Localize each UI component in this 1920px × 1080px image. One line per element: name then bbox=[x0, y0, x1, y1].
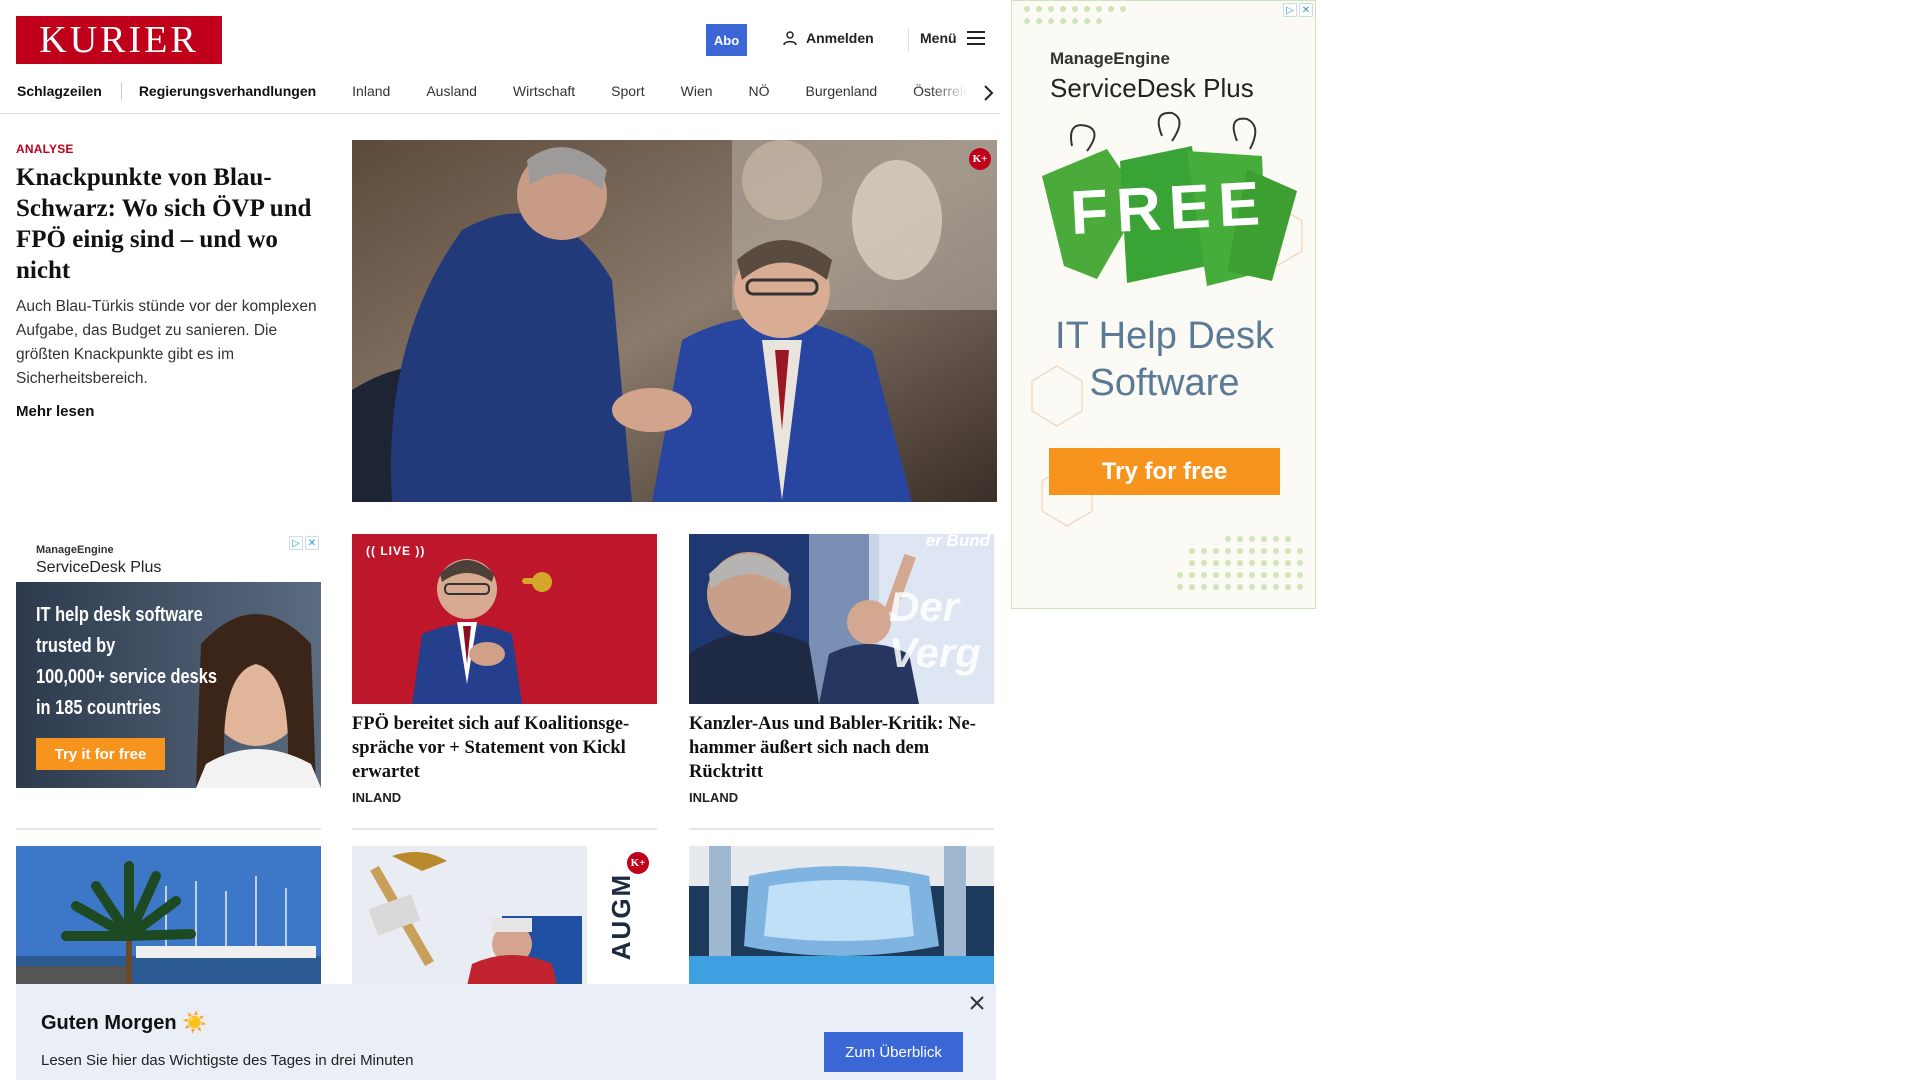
article-title[interactable]: FPÖ bereitet sich auf Koalitionsge­spräc… bbox=[352, 712, 657, 784]
banner-subtitle: Lesen Sie hier das Wichtigste des Tages … bbox=[41, 1052, 414, 1069]
banner-title: Guten Morgen ☀️ bbox=[41, 1012, 208, 1034]
hero-photo bbox=[352, 140, 997, 502]
ad-choices[interactable]: ▷ ✕ bbox=[1283, 3, 1313, 17]
header-divider bbox=[908, 28, 909, 52]
ad-free-tag: FREE bbox=[1068, 168, 1270, 249]
ad-headline-line: in 185 countries bbox=[36, 697, 161, 719]
ad-product: ServiceDesk Plus bbox=[1050, 73, 1254, 103]
ad-headline-line: 100,000+ service desks bbox=[36, 666, 218, 688]
article-thumbnail[interactable]: (( LIVE )) bbox=[352, 534, 657, 704]
nav-item-ausland[interactable]: Ausland bbox=[426, 83, 477, 99]
sign-text: AUGM bbox=[606, 872, 637, 960]
ad-cta-button[interactable]: Try for free bbox=[1049, 448, 1280, 495]
ad-brand: ManageEngine bbox=[1050, 49, 1170, 68]
fountain-photo bbox=[689, 846, 994, 986]
kurier-homepage: KURIER Abo Anmelden Menü Schlagzeilen Re… bbox=[0, 0, 1920, 1080]
article-thumbnail-ski[interactable]: AUGM K+ bbox=[352, 846, 657, 986]
hamburger-icon bbox=[966, 31, 985, 45]
nav-item-regierungsverhandlungen[interactable]: Regierungsverhandlungen bbox=[139, 83, 316, 99]
hero-title[interactable]: Knackpunkte von Blau-Schwarz: Wo sich ÖV… bbox=[16, 162, 321, 286]
kickl-photo bbox=[352, 534, 657, 704]
premium-badge: K+ bbox=[969, 148, 991, 170]
hero-image[interactable]: K+ bbox=[352, 140, 997, 502]
ad-headline-line: IT help desk software bbox=[36, 604, 203, 626]
main-navigation: Schlagzeilen Regierungsverhandlungen Inl… bbox=[0, 74, 1000, 114]
ad-headline: IT Help Desk Software bbox=[1012, 313, 1315, 407]
overview-button[interactable]: Zum Überblick bbox=[824, 1032, 963, 1072]
hero-article: Analyse Knackpunkte von Blau-Schwarz: Wo… bbox=[16, 142, 321, 420]
ad-close-icon[interactable]: ✕ bbox=[305, 536, 319, 550]
chevron-right-icon[interactable] bbox=[982, 84, 994, 102]
nav-items: Schlagzeilen Regierungsverhandlungen Inl… bbox=[17, 82, 1000, 100]
nav-item-noe[interactable]: NÖ bbox=[749, 83, 770, 99]
article-card[interactable]: er Bund Der Verg Kanzler-Aus und Babler-… bbox=[689, 534, 994, 805]
nav-item-wien[interactable]: Wien bbox=[681, 83, 713, 99]
ad-product: ServiceDesk Plus bbox=[36, 559, 162, 576]
nav-scroll-fade bbox=[930, 74, 1000, 112]
ad-brand: ManageEngine bbox=[36, 544, 114, 556]
article-title[interactable]: Kanzler-Aus und Babler-Kritik: Ne­hammer… bbox=[689, 712, 994, 784]
nav-item-schlagzeilen[interactable]: Schlagzeilen bbox=[17, 83, 102, 99]
login-label: Anmelden bbox=[806, 30, 874, 46]
row-divider bbox=[352, 828, 657, 830]
user-icon bbox=[783, 31, 797, 46]
ad-headline: IT help desk software trusted by 100,000… bbox=[36, 600, 217, 724]
close-icon[interactable] bbox=[968, 994, 986, 1012]
morning-briefing-banner: Guten Morgen ☀️ Lesen Sie hier das Wicht… bbox=[16, 984, 996, 1080]
abo-button[interactable]: Abo bbox=[706, 24, 747, 56]
adchoices-icon[interactable]: ▷ bbox=[289, 536, 303, 550]
live-label: LIVE bbox=[380, 544, 412, 558]
menu-button[interactable]: Menü bbox=[920, 30, 985, 46]
ad-close-icon[interactable]: ✕ bbox=[1299, 3, 1313, 17]
ad-headline-line: Software bbox=[1089, 362, 1240, 404]
nav-separator bbox=[120, 82, 122, 100]
adchoices-icon[interactable]: ▷ bbox=[1283, 3, 1297, 17]
article-thumbnail[interactable]: er Bund Der Verg bbox=[689, 534, 994, 704]
menu-label: Menü bbox=[920, 30, 957, 46]
live-badge: (( LIVE )) bbox=[366, 544, 425, 558]
ad-servicedesk-small[interactable]: ManageEngine ServiceDesk Plus ▷ ✕ IT help… bbox=[16, 534, 321, 788]
overlay-big-text: Der Verg bbox=[889, 584, 981, 676]
ad-choices[interactable]: ▷ ✕ bbox=[289, 536, 319, 550]
live-wave-icon: )) bbox=[415, 544, 426, 558]
row-divider bbox=[689, 828, 994, 830]
live-wave-icon: (( bbox=[366, 544, 376, 558]
nav-item-sport[interactable]: Sport bbox=[611, 83, 644, 99]
ad-headline-line: trusted by bbox=[36, 635, 116, 657]
nav-item-burgenland[interactable]: Burgenland bbox=[806, 83, 878, 99]
hero-description: Auch Blau-Türkis stünde vor der komplexe… bbox=[16, 298, 317, 387]
marina-photo bbox=[16, 846, 321, 986]
article-category[interactable]: Inland bbox=[689, 790, 994, 805]
row-divider bbox=[16, 828, 321, 830]
read-more-link[interactable]: Mehr lesen bbox=[16, 403, 321, 420]
hero-kicker: Analyse bbox=[16, 142, 74, 156]
ad-servicedesk-skyscraper[interactable]: ManageEngine ServiceDesk Plus ▷ ✕ FREE IT… bbox=[1011, 0, 1316, 609]
premium-badge: K+ bbox=[627, 852, 649, 874]
article-card[interactable]: (( LIVE )) FPÖ bereitet sich auf Koaliti… bbox=[352, 534, 657, 805]
ad-cta-button[interactable]: Try it for free bbox=[36, 738, 165, 770]
nav-item-inland[interactable]: Inland bbox=[352, 83, 390, 99]
overlay-text: er Bund bbox=[925, 534, 990, 550]
kurier-logo[interactable]: KURIER bbox=[16, 16, 222, 64]
article-category[interactable]: Inland bbox=[352, 790, 657, 805]
ad-headline-line: IT Help Desk bbox=[1055, 315, 1274, 357]
nav-item-wirtschaft[interactable]: Wirtschaft bbox=[513, 83, 575, 99]
article-thumbnail-marina[interactable] bbox=[16, 846, 321, 986]
login-button[interactable]: Anmelden bbox=[782, 30, 874, 46]
article-thumbnail-fountain[interactable] bbox=[689, 846, 994, 986]
